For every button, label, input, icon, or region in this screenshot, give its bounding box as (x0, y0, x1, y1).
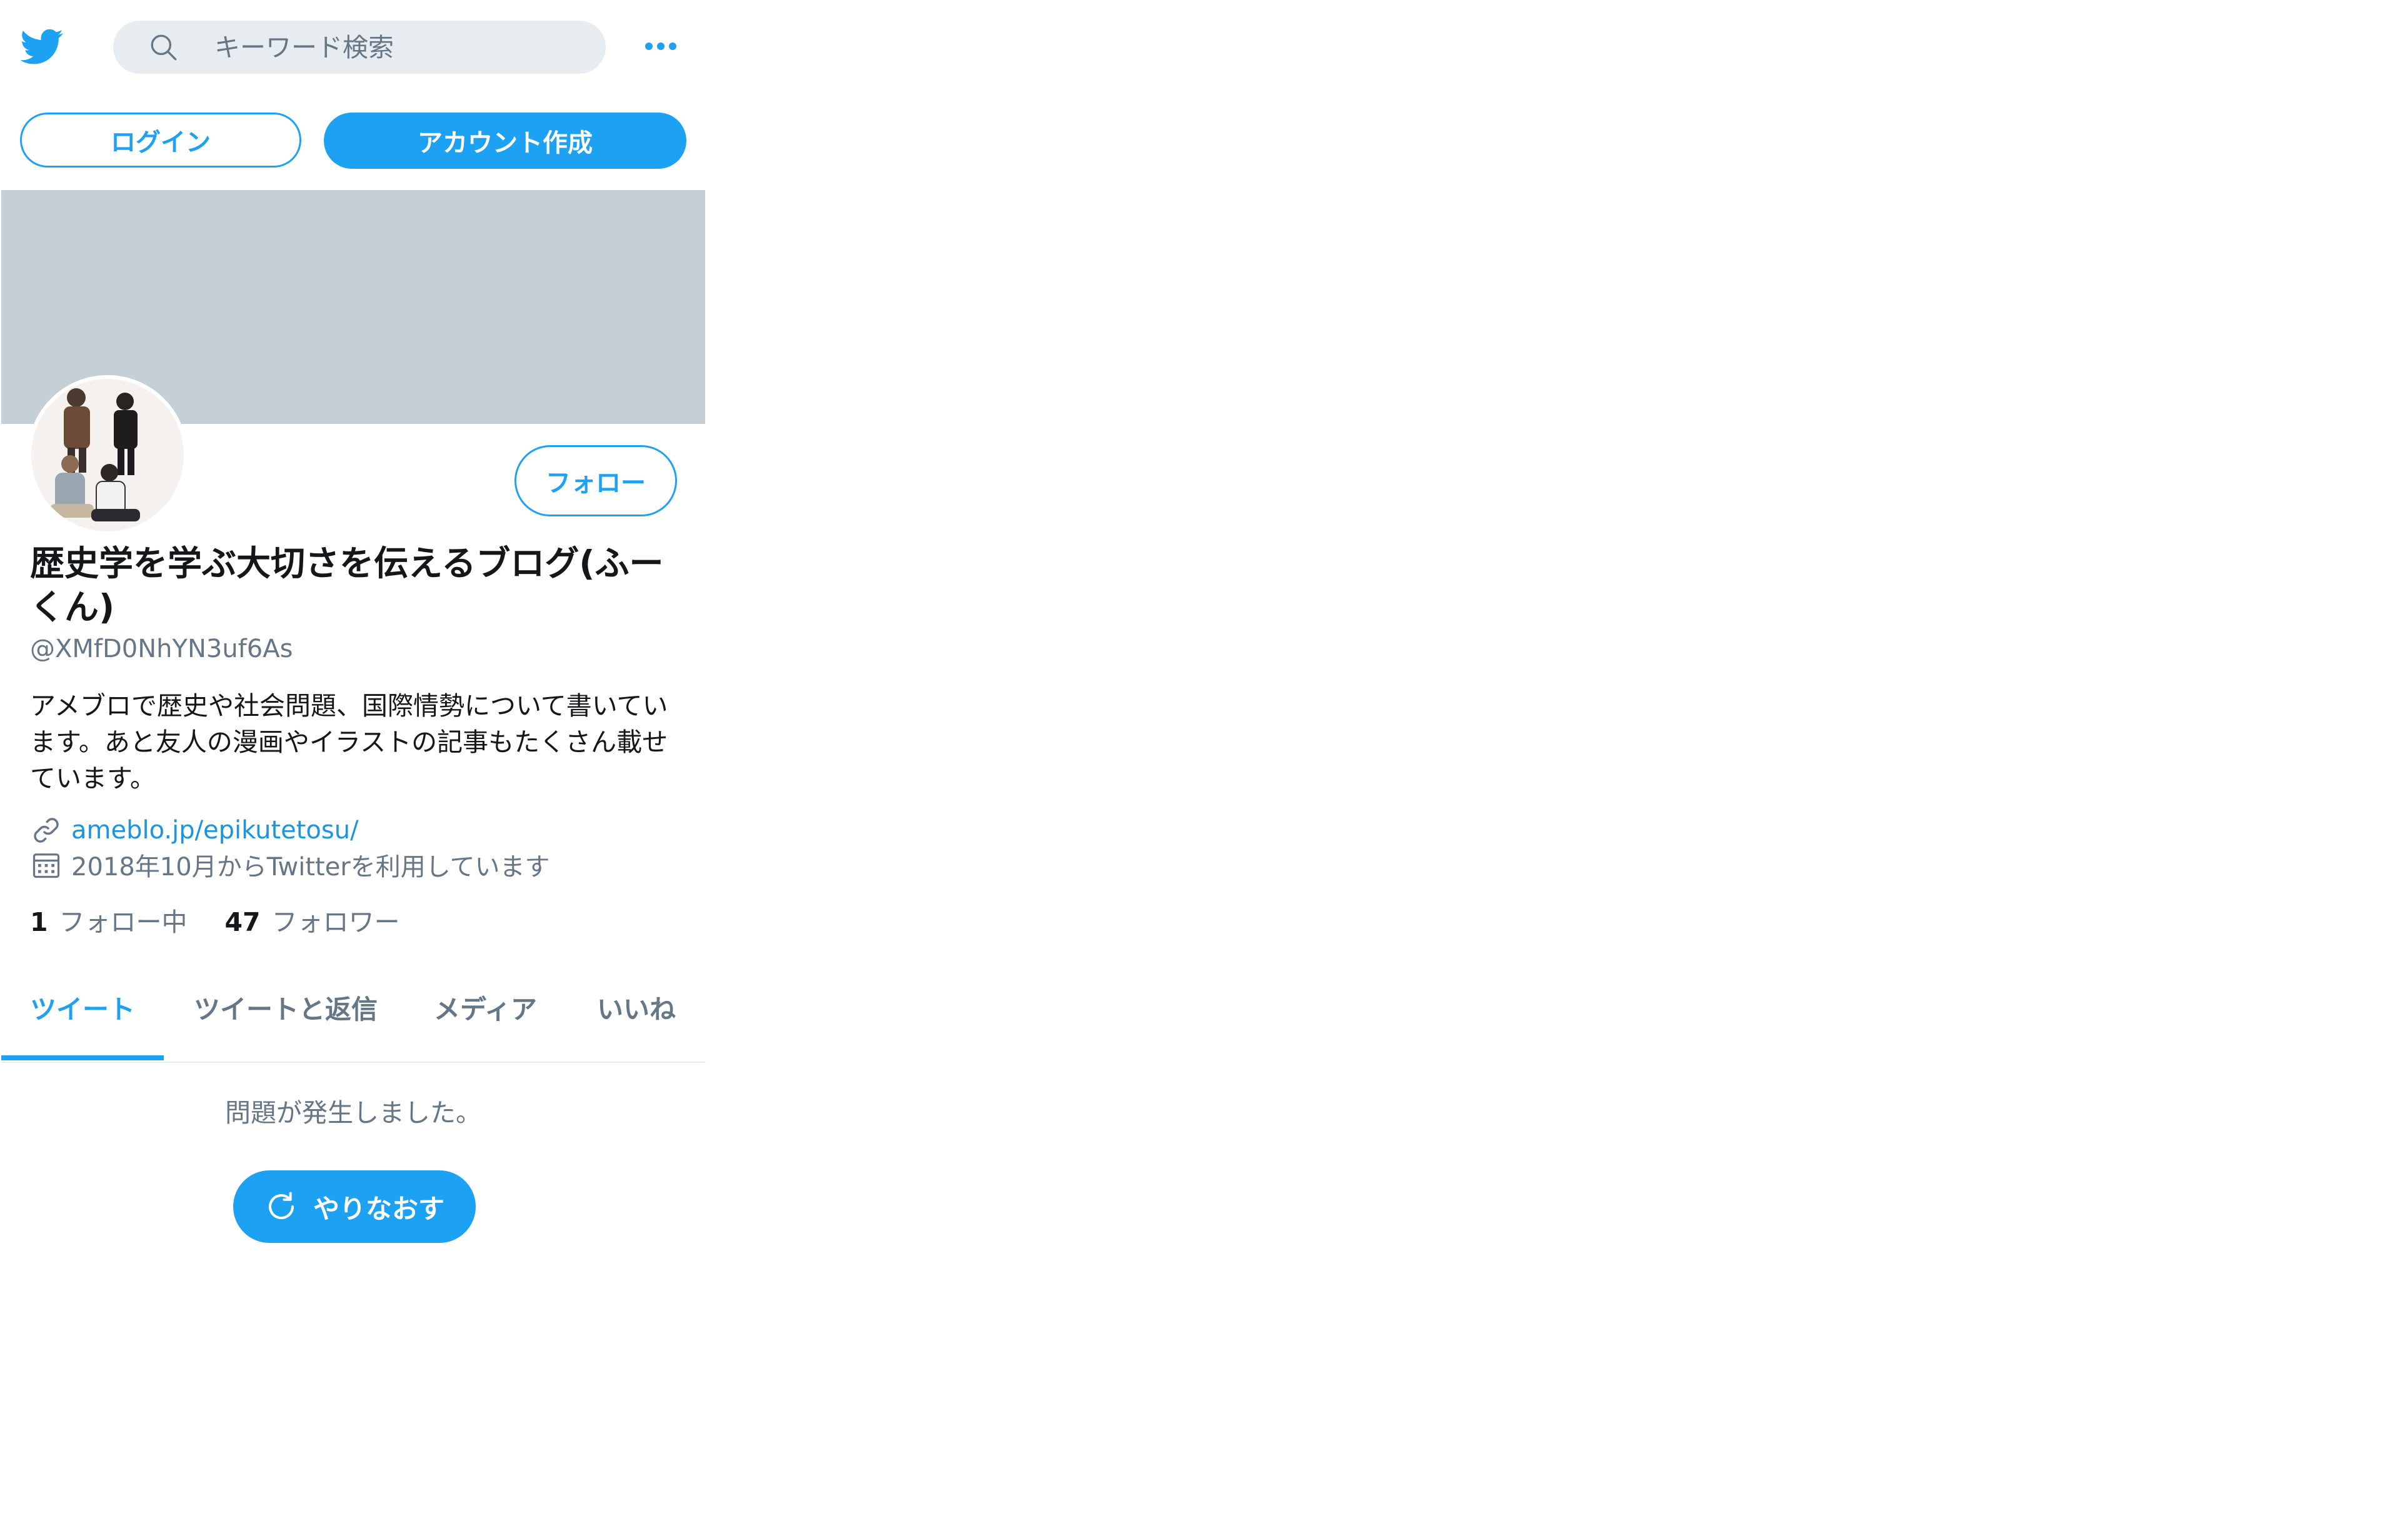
signup-button-label: アカウント作成 (418, 129, 593, 158)
following-count: 1 (30, 907, 48, 937)
joined-date-text: 2018年10月からTwitterを利用しています (71, 853, 550, 882)
profile-column: ログイン アカウント作成 (0, 0, 706, 1523)
refresh-icon (268, 1192, 294, 1220)
tab-tweets-and-replies-label: ツイートと返信 (194, 994, 378, 1025)
more-dots-icon[interactable] (644, 39, 678, 54)
tab-tweets-and-replies[interactable]: ツイートと返信 (194, 991, 378, 1060)
joined-date-row: 2018年10月からTwitterを利用しています (30, 847, 550, 882)
follow-button[interactable]: フォロー (514, 445, 677, 516)
login-button-label: ログイン (111, 128, 211, 157)
search-icon (151, 34, 177, 61)
avatar[interactable] (28, 375, 188, 535)
signup-button[interactable]: アカウント作成 (324, 113, 686, 169)
user-handle: @XMfD0NhYN3uf6As (30, 635, 293, 663)
followers-count: 47 (224, 907, 261, 937)
search-input[interactable] (214, 21, 577, 74)
retry-button-label: やりなおす (313, 1193, 444, 1224)
tab-tweets[interactable]: ツイート (30, 991, 135, 1060)
login-button[interactable]: ログイン (20, 113, 301, 168)
following-stat[interactable]: 1 フォロー中 (30, 905, 188, 939)
follow-button-label: フォロー (546, 469, 646, 498)
search-box[interactable] (113, 21, 606, 74)
profile-bio: アメブロで歴史や社会問題、国際情勢について書いています。あと友人の漫画やイラスト… (30, 691, 668, 793)
tab-media[interactable]: メディア (434, 991, 537, 1060)
page: ログイン アカウント作成 (0, 0, 2408, 1523)
profile-tabs: ツイート ツイートと返信 メディア いいね (1, 972, 705, 1063)
active-tab-indicator (1, 1055, 164, 1060)
followers-stat[interactable]: 47 フォロワー (225, 905, 400, 939)
retry-button[interactable]: やりなおす (233, 1170, 476, 1243)
tab-media-label: メディア (434, 994, 538, 1025)
tab-likes-label: いいね (597, 994, 676, 1025)
followers-label: フォロワー (271, 907, 400, 937)
display-name: 歴史学を学ぶ大切さを伝えるブログ(ふーくん) (30, 543, 664, 627)
calendar-icon (33, 853, 60, 878)
follow-stats: 1 フォロー中 47 フォロワー (30, 905, 438, 939)
tab-tweets-label: ツイート (30, 994, 136, 1025)
profile-url-row: ameblo.jp/epikutetosu/ (30, 813, 359, 848)
tab-likes[interactable]: いいね (597, 991, 676, 1060)
timeline-error-message: 問題が発生しました。 (225, 1098, 481, 1128)
following-label: フォロー中 (59, 907, 188, 937)
avatar-photo (31, 379, 184, 531)
twitter-bird-icon[interactable] (19, 25, 65, 69)
profile-url-link[interactable]: ameblo.jp/epikutetosu/ (71, 816, 359, 845)
link-icon (34, 818, 59, 843)
